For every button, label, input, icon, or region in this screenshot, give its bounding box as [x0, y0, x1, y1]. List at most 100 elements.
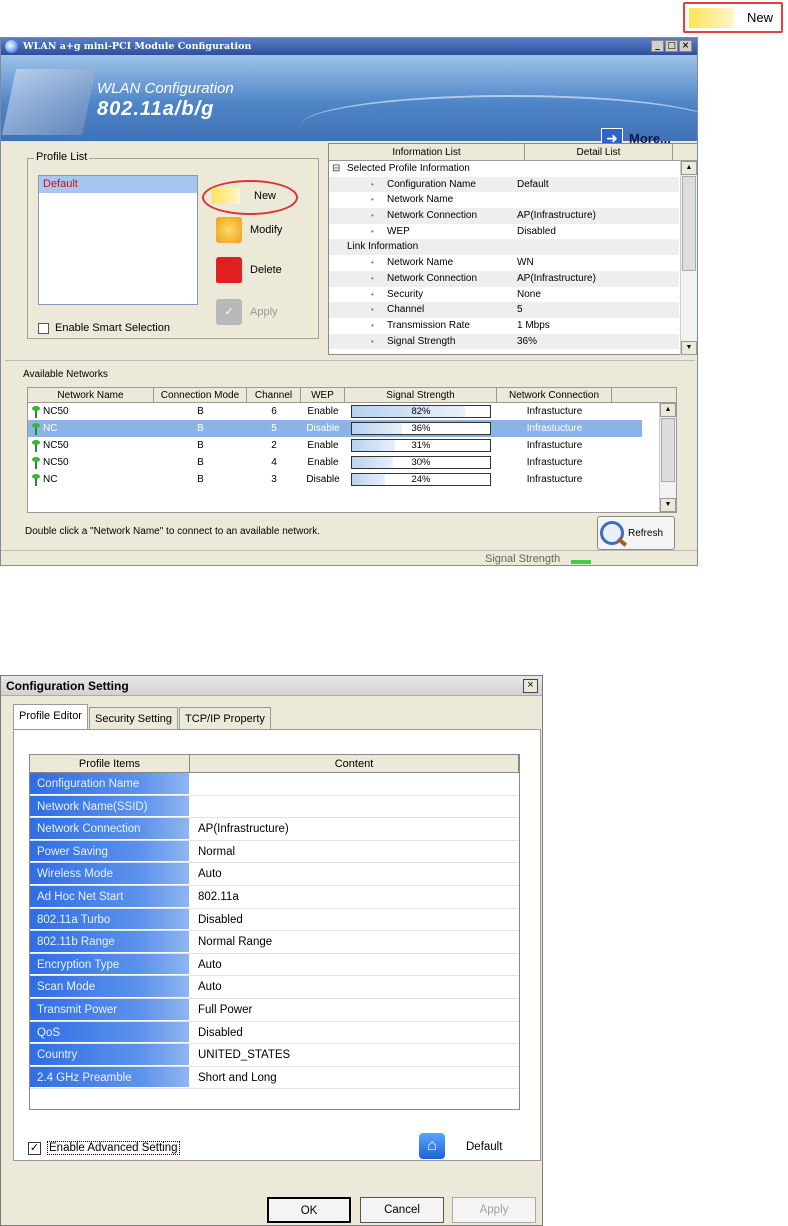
smart-selection-checkbox[interactable]: [38, 322, 49, 334]
network-row[interactable]: NC50 B 2 Enable 31% Infrastucture: [28, 437, 642, 454]
info-item-value: AP(Infrastructure): [517, 210, 596, 222]
modify-profile-button[interactable]: Modify: [216, 217, 282, 243]
scroll-thumb[interactable]: [661, 418, 675, 482]
profile-row[interactable]: Country UNITED_STATES: [30, 1044, 519, 1067]
info-item-value: WN: [517, 257, 534, 269]
info-item-label: WEP: [329, 224, 517, 240]
close-button[interactable]: ×: [679, 40, 692, 52]
new-callout: New: [683, 2, 783, 33]
profile-item-value[interactable]: Auto: [189, 954, 519, 976]
info-item-row[interactable]: Network ConnectionAP(Infrastructure): [329, 270, 679, 287]
networks-column-header[interactable]: Network Connection: [497, 388, 612, 402]
networks-header: Network Name Connection Mode Channel WEP Sig…: [28, 388, 676, 403]
profile-item-value[interactable]: Disabled: [189, 909, 519, 931]
profile-item-value[interactable]: Full Power: [189, 999, 519, 1021]
refresh-button[interactable]: Refresh: [597, 516, 675, 550]
profile-item-default[interactable]: Default: [39, 176, 197, 193]
networks-scrollbar[interactable]: ▲ ▼: [659, 403, 676, 512]
profile-item-label: 2.4 GHz Preamble: [30, 1066, 189, 1089]
apply-button[interactable]: Apply: [452, 1197, 536, 1223]
info-item-row[interactable]: Configuration NameDefault: [329, 176, 679, 193]
networks-column-header[interactable]: Connection Mode: [154, 388, 247, 402]
profile-item-value[interactable]: 802.11a: [189, 886, 519, 908]
maximize-button[interactable]: □: [665, 40, 678, 52]
scroll-down-icon[interactable]: ▼: [660, 498, 676, 512]
profile-list-group: Profile List Default New Modify Delete ✓…: [27, 151, 319, 339]
profile-item-label: Network Connection: [30, 818, 189, 840]
networks-column-header[interactable]: WEP: [301, 388, 345, 402]
info-item-row[interactable]: Network NameWN: [329, 255, 679, 271]
networks-column-header[interactable]: Network Name: [28, 388, 154, 402]
info-item-value: 5: [517, 304, 523, 316]
new-profile-button[interactable]: New: [212, 188, 276, 204]
profile-item-value[interactable]: UNITED_STATES: [189, 1044, 519, 1066]
info-item-row[interactable]: Transmission Rate1 Mbps: [329, 318, 679, 334]
network-channel: 2: [271, 440, 277, 451]
signal-bar: 36%: [351, 422, 491, 435]
network-row[interactable]: NC50 B 4 Enable 30% Infrastucture: [28, 454, 642, 471]
profile-row[interactable]: Configuration Name: [30, 773, 519, 796]
info-section-row[interactable]: ⊟ Link Information: [329, 163, 679, 256]
collapse-icon[interactable]: ⊟: [332, 161, 340, 177]
networks-column-header[interactable]: Channel: [247, 388, 301, 402]
home-icon[interactable]: ⌂: [419, 1133, 445, 1159]
profile-row[interactable]: Network Connection AP(Infrastructure): [30, 818, 519, 841]
apply-profile-button[interactable]: ✓ Apply: [216, 299, 278, 325]
minimize-button[interactable]: _: [651, 40, 664, 52]
delete-profile-button[interactable]: Delete: [216, 257, 282, 283]
scroll-down-icon[interactable]: ▼: [681, 341, 697, 355]
networks-column-header[interactable]: Signal Strength: [345, 388, 497, 402]
magnifier-icon: [600, 521, 624, 545]
banner: WLAN Configuration 802.11a/b/g ➜ More...: [1, 55, 697, 148]
profile-item-value[interactable]: AP(Infrastructure): [189, 818, 519, 840]
network-row[interactable]: NC B 5 Disable 36% Infrastucture: [28, 420, 642, 437]
network-row[interactable]: NC B 3 Disable 24% Infrastucture: [28, 471, 642, 488]
info-item-row[interactable]: WEPDisabled: [329, 224, 679, 240]
profile-row[interactable]: Encryption Type Auto: [30, 953, 519, 977]
scroll-up-icon[interactable]: ▲: [681, 161, 697, 175]
profile-listbox[interactable]: Default: [38, 175, 198, 305]
info-item-row[interactable]: SecurityNone: [329, 287, 679, 303]
smart-selection-toggle[interactable]: Enable Smart Selection: [38, 322, 170, 334]
profile-row[interactable]: QoS Disabled: [30, 1021, 519, 1045]
profile-item-value[interactable]: Auto: [189, 863, 519, 885]
profile-item-value[interactable]: Auto: [189, 976, 519, 998]
close-icon[interactable]: ×: [523, 679, 538, 693]
profile-item-value[interactable]: [189, 773, 519, 795]
profile-row[interactable]: 802.11a Turbo Disabled: [30, 908, 519, 932]
detail-column-header[interactable]: Detail List: [525, 144, 673, 160]
info-scrollbar[interactable]: ▲ ▼: [680, 161, 697, 355]
tab-tcp-ip-property[interactable]: TCP/IP Property: [179, 707, 271, 729]
network-wep: Enable: [307, 406, 339, 417]
profile-row[interactable]: Wireless Mode Auto: [30, 863, 519, 886]
profile-row[interactable]: Ad Hoc Net Start 802.11a: [30, 885, 519, 909]
scroll-thumb[interactable]: [682, 176, 696, 271]
profile-item-value[interactable]: Normal Range: [189, 931, 519, 953]
advanced-setting-checkbox[interactable]: ✓: [28, 1141, 41, 1155]
modify-icon: [216, 217, 242, 243]
profile-row[interactable]: Transmit Power Full Power: [30, 998, 519, 1022]
info-item-row[interactable]: Channel5: [329, 302, 679, 318]
profile-item-value[interactable]: Disabled: [189, 1022, 519, 1044]
profile-item-value[interactable]: [189, 796, 519, 818]
network-row[interactable]: NC50 B 6 Enable 82% Infrastucture: [28, 403, 642, 420]
profile-row[interactable]: Network Name(SSID): [30, 795, 519, 819]
info-item-row[interactable]: Network Name: [329, 192, 679, 208]
tab-profile-editor[interactable]: Profile Editor: [13, 704, 88, 729]
info-item-row[interactable]: Signal Strength36%: [329, 333, 679, 350]
network-name: NC50: [43, 457, 69, 468]
info-section-row[interactable]: ⊟ Selected Profile Information: [329, 161, 679, 177]
profile-row[interactable]: Power Saving Normal: [30, 840, 519, 864]
scroll-up-icon[interactable]: ▲: [660, 403, 676, 417]
cancel-button[interactable]: Cancel: [360, 1197, 444, 1223]
profile-item-value[interactable]: Normal: [189, 841, 519, 863]
profile-item-value[interactable]: Short and Long: [189, 1067, 519, 1089]
advanced-setting-toggle[interactable]: ✓ Enable Advanced Setting: [28, 1141, 180, 1155]
tab-security-setting[interactable]: Security Setting: [88, 707, 179, 729]
info-item-row[interactable]: Network ConnectionAP(Infrastructure): [329, 208, 679, 224]
ok-button[interactable]: OK: [267, 1197, 351, 1223]
profile-row[interactable]: Scan Mode Auto: [30, 976, 519, 999]
profile-row[interactable]: 802.11b Range Normal Range: [30, 931, 519, 954]
info-column-header[interactable]: Information List: [329, 144, 525, 160]
profile-row[interactable]: 2.4 GHz Preamble Short and Long: [30, 1066, 519, 1090]
